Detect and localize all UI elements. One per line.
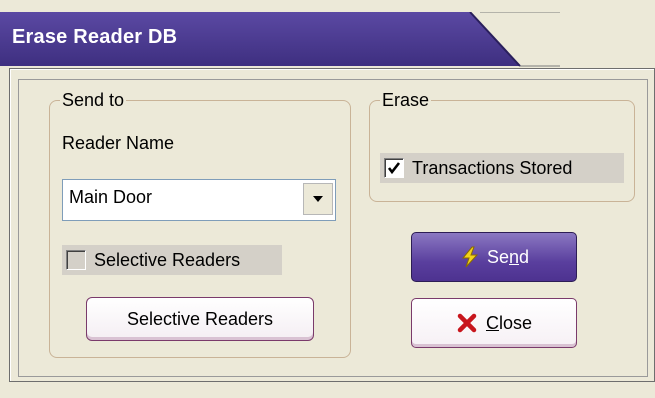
checkmark-icon <box>387 162 401 175</box>
transactions-stored-checkbox[interactable] <box>384 158 404 178</box>
transactions-stored-label: Transactions Stored <box>412 157 573 178</box>
dialog-body: Send to Reader Name Main Door Selective … <box>9 68 655 382</box>
send-label-prefix: Se <box>486 246 509 267</box>
selective-readers-checkbox-label: Selective Readers <box>94 249 241 270</box>
send-to-legend: Send to <box>60 90 127 111</box>
send-label-suffix: d <box>519 246 530 267</box>
dropdown-button[interactable] <box>303 183 333 215</box>
chevron-down-icon <box>313 196 323 202</box>
transactions-stored-checkbox-row[interactable]: Transactions Stored <box>380 153 624 183</box>
selective-readers-button[interactable]: Selective Readers <box>86 297 314 341</box>
selective-readers-button-label: Selective Readers <box>126 308 274 329</box>
content-frame: Send to Reader Name Main Door Selective … <box>18 79 648 377</box>
selective-readers-checkbox-row[interactable]: Selective Readers <box>62 245 282 275</box>
send-label-mnemonic: n <box>509 246 520 267</box>
erase-group: Erase Transactions Stored <box>369 90 635 202</box>
send-to-group: Send to Reader Name Main Door Selective … <box>49 90 351 358</box>
send-button[interactable]: Se n d <box>411 232 577 282</box>
close-label-suffix: lose <box>498 312 533 333</box>
window-title: Erase Reader DB <box>12 26 178 48</box>
title-bar: Erase Reader DB <box>0 0 655 67</box>
close-label-mnemonic: C <box>485 312 499 333</box>
close-button[interactable]: Close <box>411 298 577 348</box>
reader-name-select[interactable]: Main Door <box>62 179 336 221</box>
reader-name-value: Main Door <box>69 187 153 207</box>
reader-name-label: Reader Name <box>62 133 175 153</box>
erase-reader-db-dialog: Erase Reader DB Send to Reader Name Main… <box>0 0 655 398</box>
erase-legend: Erase <box>380 90 432 111</box>
red-x-icon <box>457 313 477 333</box>
selective-readers-checkbox[interactable] <box>66 250 86 270</box>
lightning-icon <box>461 246 479 268</box>
